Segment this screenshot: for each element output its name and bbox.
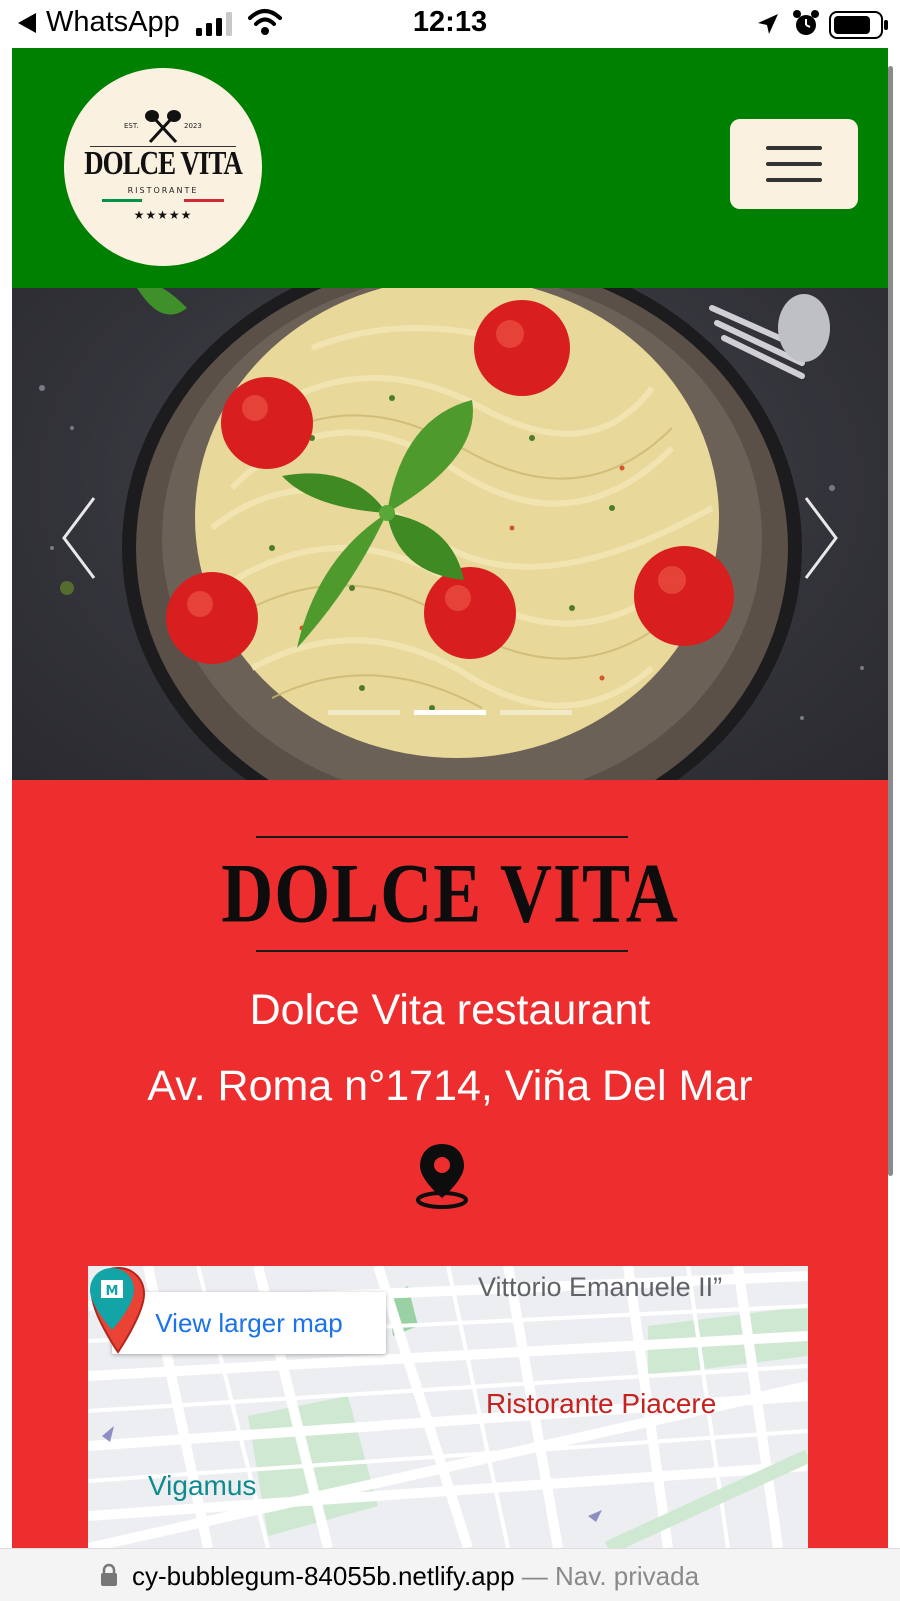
hamburger-icon-line (766, 162, 822, 166)
pasta-dish-image (39, 288, 864, 780)
brand-divider-top (256, 836, 628, 838)
browsing-mode-label: — Nav. privada (514, 1561, 700, 1591)
status-bar: WhatsApp 12:13 (0, 0, 900, 48)
map-place-label[interactable]: Ristorante Piacere (486, 1388, 716, 1420)
lock-icon (101, 1563, 117, 1586)
logo-stars: ★★★★★ (133, 208, 193, 222)
url-address: cy-bubblegum-84055b.netlify.app (132, 1561, 515, 1591)
hamburger-menu-button[interactable] (730, 119, 858, 209)
restaurant-name: Dolce Vita restaurant (249, 986, 651, 1034)
svg-text:M: M (106, 1284, 119, 1299)
logo-flag-red-bar (184, 199, 224, 202)
hamburger-icon-line (766, 178, 822, 182)
crossed-spoons-icon (145, 110, 181, 144)
carousel-indicator-active[interactable] (414, 710, 486, 715)
brand-title: DOLCE VITA (221, 846, 679, 941)
restaurant-info-section: DOLCE VITA Dolce Vita restaurant Av. Rom… (12, 780, 888, 1548)
website-viewport: EST. 2023 DOLCE VITA RISTORANTE ★★★★★ DO… (12, 48, 888, 1548)
url-text[interactable]: cy-bubblegum-84055b.netlify.app — Nav. p… (132, 1561, 699, 1592)
logo-subtitle: RISTORANTE (127, 186, 199, 195)
site-header: EST. 2023 DOLCE VITA RISTORANTE ★★★★★ (12, 48, 888, 288)
carousel-indicators (328, 710, 572, 715)
location-arrow-icon (758, 14, 778, 34)
logo-year-label: 2023 (184, 122, 202, 130)
logo-name: DOLCE VITA (84, 144, 243, 182)
carousel-next-button[interactable] (794, 488, 844, 588)
restaurant-logo[interactable]: EST. 2023 DOLCE VITA RISTORANTE ★★★★★ (64, 68, 262, 266)
browser-url-bar[interactable]: cy-bubblegum-84055b.netlify.app — Nav. p… (0, 1548, 900, 1601)
embedded-map[interactable]: View larger map Vittorio Emanuele II” Ri… (88, 1266, 808, 1548)
map-street-label: Vittorio Emanuele II” (478, 1272, 723, 1302)
carousel-prev-button[interactable] (56, 488, 106, 588)
carousel-indicator[interactable] (500, 710, 572, 715)
carousel-indicator[interactable] (328, 710, 400, 715)
logo-est-label: EST. (124, 122, 139, 130)
logo-flag-green-bar (102, 199, 142, 202)
page-scrollbar[interactable] (888, 66, 893, 1176)
battery-icon (829, 11, 888, 39)
map-pin-icon[interactable] (412, 1140, 472, 1210)
view-larger-map-link[interactable]: View larger map (112, 1292, 386, 1354)
brand-divider-bottom (256, 950, 628, 952)
museum-icon[interactable]: M (88, 1266, 136, 1332)
restaurant-address: Av. Roma n°1714, Viña Del Mar (147, 1062, 753, 1110)
hero-carousel[interactable] (12, 288, 888, 780)
hamburger-icon-line (766, 146, 822, 150)
alarm-icon (793, 10, 819, 35)
map-poi-label[interactable]: Vigamus (148, 1470, 256, 1502)
